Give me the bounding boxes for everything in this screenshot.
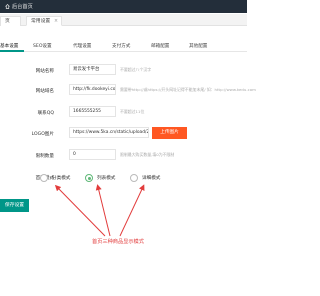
radio-list-mode[interactable]: 列表模式	[85, 174, 115, 182]
limit-hint: 限制最大购买数量,填0为不限制	[120, 152, 175, 157]
logo-label: LOGO图片	[31, 132, 54, 137]
radio-circle-icon	[40, 174, 48, 182]
radio-detail-mode[interactable]: 详细模式	[130, 174, 160, 182]
arrow-to-list	[95, 184, 111, 237]
save-settings-button[interactable]: 保存设置	[0, 199, 29, 212]
tab-other[interactable]: 其他配置	[189, 43, 207, 49]
radio-circle-icon	[130, 174, 138, 182]
brand-label: 后台首页	[12, 4, 33, 10]
active-tab-indicator	[0, 50, 24, 52]
tab-payment[interactable]: 支付方式	[112, 43, 130, 49]
site-name-hint: 不要超过八个汉字	[120, 67, 152, 72]
limit-input[interactable]: 0	[69, 149, 116, 160]
page-tab-bar: 页 常用设置 ×	[0, 14, 247, 26]
top-bar: 后台首页	[0, 0, 247, 13]
page-tab-settings[interactable]: 常用设置 ×	[26, 16, 62, 26]
home-link[interactable]: 后台首页	[5, 3, 33, 10]
site-name-input[interactable]: 易云发卡平台	[69, 64, 116, 75]
site-domain-input[interactable]: http://fk.dookeyi.com	[69, 84, 116, 95]
site-name-label: 网站名称	[35, 69, 54, 74]
arrow-to-detail	[119, 184, 145, 237]
settings-tabs: 基本设置 SEO设置 代理设置 支付方式 邮箱配置 其他配置	[0, 40, 247, 52]
site-name-row: 网站名称 易云发卡平台 不要超过八个汉字	[0, 64, 247, 78]
tab-seo[interactable]: SEO设置	[33, 43, 52, 49]
site-domain-label: 网站域名	[35, 89, 54, 94]
home-style-row: 首页模式 分类模式 列表模式 详细模式	[0, 174, 247, 188]
limit-row: 限制数量 0 限制最大购买数量,填0为不限制	[0, 149, 247, 163]
service-qq-hint: 不要超过11位	[120, 109, 145, 114]
radio-category-mode[interactable]: 分类模式	[40, 174, 70, 182]
arrow-to-category	[54, 184, 106, 237]
service-qq-input[interactable]: 1665555255	[69, 106, 116, 117]
tab-agent[interactable]: 代理设置	[73, 43, 91, 49]
limit-label: 限制数量	[35, 154, 54, 159]
upload-image-button[interactable]: 上传图片	[152, 127, 187, 139]
service-qq-row: 联系QQ 1665555255 不要超过11位	[0, 106, 247, 120]
annotation-caption: 首页三种商品显示模式	[92, 239, 144, 245]
site-domain-row: 网站域名 http://fk.dookeyi.com 需要带http://或ht…	[0, 84, 256, 98]
logo-row: LOGO图片 https://www.5ka.cn/static/upload/…	[0, 127, 247, 141]
close-tab-icon[interactable]: ×	[54, 17, 58, 27]
tab-email[interactable]: 邮箱配置	[151, 43, 169, 49]
service-qq-label: 联系QQ	[37, 111, 54, 116]
tab-basic[interactable]: 基本设置	[0, 43, 18, 49]
page-tab-home[interactable]: 页	[0, 16, 21, 26]
home-icon	[5, 4, 10, 9]
logo-url-input[interactable]: https://www.5ka.cn/static/upload/2	[69, 127, 149, 138]
site-domain-hint: 需要带http://或https://开头网址记得不能加末尾/ 如：http:/…	[120, 87, 256, 92]
radio-checked-icon	[85, 174, 93, 182]
